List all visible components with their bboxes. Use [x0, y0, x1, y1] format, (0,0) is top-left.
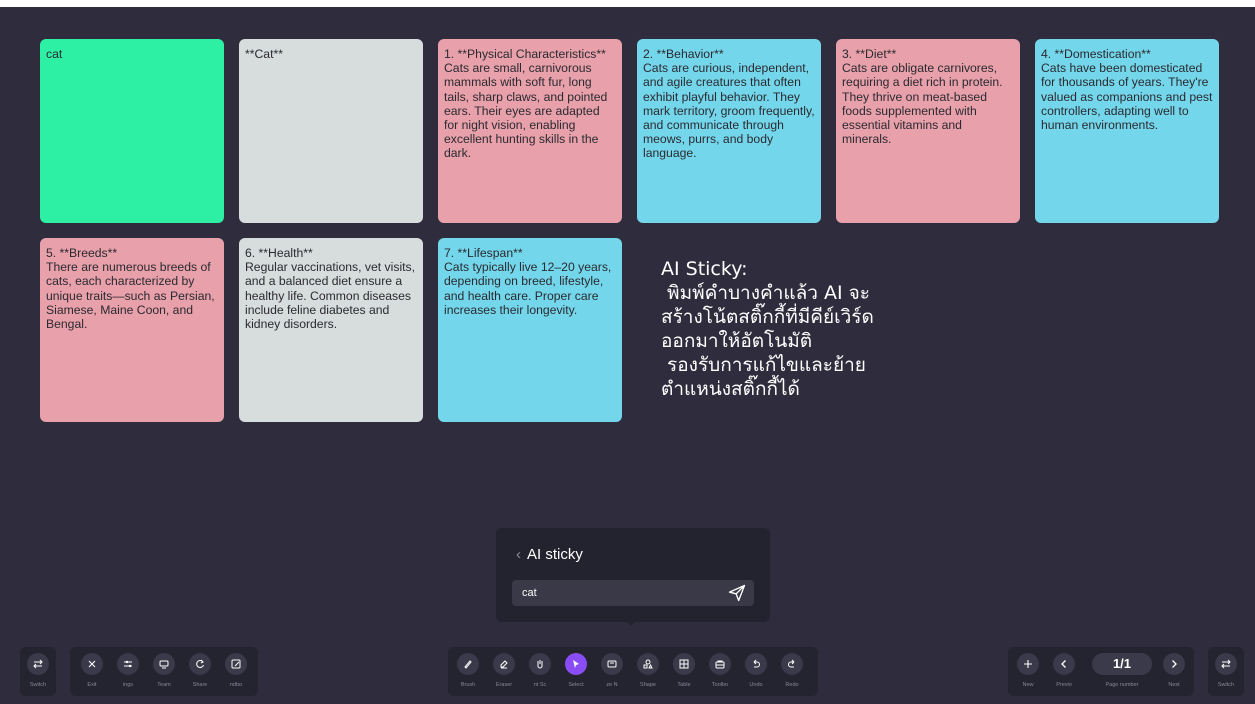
undo-icon [745, 653, 767, 675]
redo-label: Redo [785, 682, 799, 688]
sticky-note[interactable]: 1. **Physical Characteristics** Cats are… [438, 39, 622, 223]
eraser-icon [493, 653, 515, 675]
sliders-icon [117, 653, 139, 675]
panel-pointer [626, 621, 636, 626]
close-icon [81, 653, 103, 675]
chevron-left-icon[interactable]: ‹ [516, 546, 521, 563]
sticky-note-button[interactable]: ze N [594, 647, 630, 696]
send-icon[interactable] [726, 583, 748, 603]
undo-button[interactable]: Undo [738, 647, 774, 696]
select-button[interactable]: Select [558, 647, 594, 696]
edit-board-button[interactable]: ndbo [218, 647, 254, 696]
sticky-note[interactable]: 7. **Lifespan** Cats typically live 12–2… [438, 238, 622, 422]
select-icon [565, 653, 587, 675]
edit-icon [225, 653, 247, 675]
toolbox-button[interactable]: Toolbo [702, 647, 738, 696]
sticky-note[interactable]: 3. **Diet** Cats are obligate carnivores… [836, 39, 1020, 223]
switch-icon [27, 653, 49, 675]
eraser-button[interactable]: Eraser [486, 647, 522, 696]
sticky-note[interactable]: 5. **Breeds** There are numerous breeds … [40, 238, 224, 422]
switch-button[interactable]: Switch [20, 647, 56, 696]
brush-icon [457, 653, 479, 675]
ai-sticky-description: AI Sticky: พิมพ์คำบางคำแล้ว AI จะ สร้างโ… [661, 258, 874, 400]
sticky-note[interactable]: **Cat** [239, 39, 423, 223]
edit-board-label: ndbo [229, 682, 243, 688]
switch-right-label: Switch [1217, 682, 1235, 688]
exit-button[interactable]: Exit [74, 647, 110, 696]
settings-button[interactable]: ings [110, 647, 146, 696]
toolbar-switch-right: Switch [1208, 647, 1244, 696]
toolbar-center: Brush Eraser nt Sc Select ze N Shape Tab… [448, 647, 818, 696]
next-page-label: Next [1168, 682, 1180, 688]
table-icon [673, 653, 695, 675]
ai-input-container [512, 580, 754, 606]
page-number-indicator[interactable]: 1/1 [1092, 653, 1152, 675]
toolbar-switch-left: Switch [20, 647, 56, 696]
plus-icon [1017, 653, 1039, 675]
pan-button[interactable]: nt Sc [522, 647, 558, 696]
switch-icon [1215, 653, 1237, 675]
sticky-note[interactable]: 6. **Health** Regular vaccinations, vet … [239, 238, 423, 422]
switch-button-right[interactable]: Switch [1208, 647, 1244, 696]
team-button[interactable]: Team [146, 647, 182, 696]
page-number-label: Page number [1105, 682, 1139, 688]
next-page-button[interactable]: Next [1156, 647, 1192, 696]
switch-label: Switch [29, 682, 47, 688]
screen-icon [153, 653, 175, 675]
sticky-note-icon [601, 653, 623, 675]
toolbox-icon [709, 653, 731, 675]
chevron-left-icon [1053, 653, 1075, 675]
sticky-note[interactable]: 4. **Domestication** Cats have been dome… [1035, 39, 1219, 223]
shape-button[interactable]: Shape [630, 647, 666, 696]
ai-sticky-title: AI sticky [527, 546, 583, 563]
toolbar-left: Exit ings Team Share ndbo [70, 647, 258, 696]
sticky-note[interactable]: 2. **Behavior** Cats are curious, indepe… [637, 39, 821, 223]
redo-icon [781, 653, 803, 675]
hand-icon [529, 653, 551, 675]
share-button[interactable]: Share [182, 647, 218, 696]
ai-sticky-input[interactable] [512, 580, 712, 606]
share-icon [189, 653, 211, 675]
brush-button[interactable]: Brush [450, 647, 486, 696]
shape-icon [637, 653, 659, 675]
new-page-button[interactable]: New [1010, 647, 1046, 696]
chevron-right-icon [1163, 653, 1185, 675]
previous-page-button[interactable]: Previo [1046, 647, 1082, 696]
previous-page-label: Previo [1056, 682, 1072, 688]
toolbar-right: New Previo 1/1 Page number Next [1008, 647, 1194, 696]
redo-button[interactable]: Redo [774, 647, 810, 696]
table-button[interactable]: Table [666, 647, 702, 696]
ai-sticky-panel: ‹ AI sticky [496, 528, 770, 622]
sticky-note[interactable]: cat [40, 39, 224, 223]
